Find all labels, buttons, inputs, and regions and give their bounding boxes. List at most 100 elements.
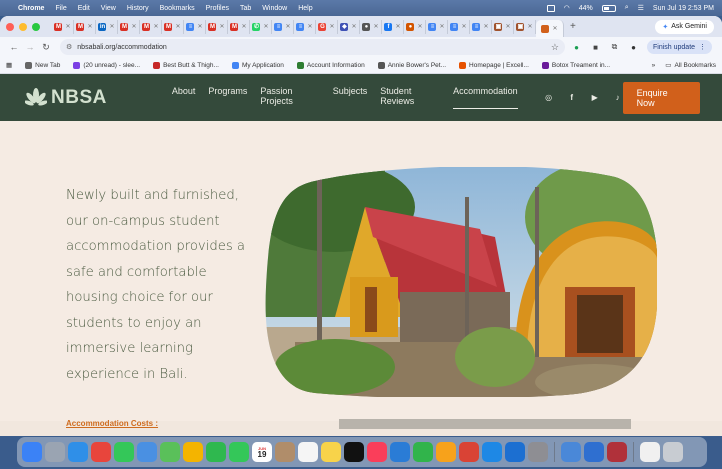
close-tab-icon[interactable]: ✕ bbox=[263, 23, 268, 30]
close-tab-icon[interactable]: ✕ bbox=[373, 23, 378, 30]
maps-icon[interactable] bbox=[160, 442, 180, 462]
url-text[interactable]: nbsabali.org/accommodation bbox=[77, 44, 167, 51]
control-center-icon[interactable]: ☰ bbox=[638, 4, 644, 12]
tab-9[interactable]: ✆ ✕ bbox=[250, 19, 272, 34]
menu-help[interactable]: Help bbox=[298, 5, 312, 12]
tab-15[interactable]: f ✕ bbox=[382, 19, 404, 34]
site-info-icon[interactable]: ⚙ bbox=[66, 43, 72, 51]
close-tab-icon[interactable]: ✕ bbox=[307, 23, 312, 30]
keynote-icon[interactable] bbox=[390, 442, 410, 462]
screen-mirror-icon[interactable] bbox=[546, 4, 555, 12]
document-icon[interactable] bbox=[640, 442, 660, 462]
bookmark-item[interactable]: Botox Treament in... bbox=[541, 61, 610, 69]
nav-programs[interactable]: Programs bbox=[208, 86, 247, 109]
facetime-icon[interactable] bbox=[206, 442, 226, 462]
close-tab-icon[interactable]: ✕ bbox=[395, 23, 400, 30]
phone-icon[interactable] bbox=[229, 442, 249, 462]
tab-20[interactable]: ▣ ✕ bbox=[492, 19, 514, 34]
dictionary-icon[interactable] bbox=[607, 442, 627, 462]
messages-icon[interactable] bbox=[114, 442, 134, 462]
all-bookmarks-button[interactable]: ▭ All Bookmarks bbox=[665, 61, 716, 70]
music-icon[interactable] bbox=[367, 442, 387, 462]
menu-tab[interactable]: Tab bbox=[240, 5, 251, 12]
facebook-icon[interactable]: f bbox=[567, 93, 577, 102]
tiktok-icon[interactable]: ♪ bbox=[613, 93, 623, 102]
menu-app-name[interactable]: Chrome bbox=[18, 5, 44, 12]
nav-about[interactable]: About bbox=[172, 86, 196, 109]
tab-8[interactable]: M ✕ bbox=[228, 19, 250, 34]
tab-2[interactable]: in ✕ bbox=[96, 19, 118, 34]
close-tab-icon[interactable]: ✕ bbox=[329, 23, 334, 30]
enquire-now-button[interactable]: Enquire Now bbox=[622, 81, 700, 114]
ask-gemini-button[interactable]: ✦ Ask Gemini bbox=[655, 19, 714, 34]
close-tab-icon[interactable]: ✕ bbox=[351, 23, 356, 30]
finder-icon[interactable] bbox=[22, 442, 42, 462]
back-button[interactable]: ← bbox=[6, 42, 22, 52]
pages-icon[interactable] bbox=[436, 442, 456, 462]
zoom-window-button[interactable] bbox=[32, 22, 40, 31]
close-tab-icon[interactable]: ✕ bbox=[219, 23, 224, 30]
menu-window[interactable]: Window bbox=[262, 5, 287, 12]
xcode-icon[interactable] bbox=[505, 442, 525, 462]
quicktime-icon[interactable] bbox=[584, 442, 604, 462]
calendar-icon[interactable]: JUN 19 bbox=[252, 442, 272, 462]
close-tab-icon[interactable]: ✕ bbox=[439, 23, 444, 30]
address-bar[interactable]: ⚙ nbsabali.org/accommodation ☆ bbox=[60, 39, 565, 55]
menu-view[interactable]: View bbox=[101, 5, 116, 12]
menu-edit[interactable]: Edit bbox=[78, 5, 90, 12]
tab-active[interactable]: ✕ bbox=[536, 20, 564, 37]
spotlight-icon[interactable]: ⌕ bbox=[625, 4, 629, 12]
close-window-button[interactable] bbox=[6, 22, 14, 31]
tab-5[interactable]: M ✕ bbox=[162, 19, 184, 34]
preview-icon[interactable] bbox=[561, 442, 581, 462]
bookmark-item[interactable]: Best Butt & Thigh... bbox=[153, 61, 219, 69]
close-tab-icon[interactable]: ✕ bbox=[153, 23, 158, 30]
instagram-icon[interactable]: ◎ bbox=[544, 93, 554, 102]
close-tab-icon[interactable]: ✕ bbox=[527, 23, 532, 30]
close-tab-icon[interactable]: ✕ bbox=[241, 23, 246, 30]
apps-grid-icon[interactable]: ▦ bbox=[6, 61, 12, 69]
bookmark-item[interactable]: Homepage | Excell... bbox=[459, 61, 529, 69]
nav-accommodation[interactable]: Accommodation bbox=[453, 86, 518, 109]
rocket-icon[interactable] bbox=[459, 442, 479, 462]
app-store-icon[interactable] bbox=[482, 442, 502, 462]
more-bookmarks-button[interactable]: » bbox=[652, 62, 656, 69]
launchpad-icon[interactable] bbox=[45, 442, 65, 462]
apple-tv-icon[interactable] bbox=[344, 442, 364, 462]
extension-green-icon[interactable]: ● bbox=[569, 42, 584, 52]
safari-icon[interactable] bbox=[68, 442, 88, 462]
bookmark-star-icon[interactable]: ☆ bbox=[551, 42, 559, 53]
menu-profiles[interactable]: Profiles bbox=[206, 5, 229, 12]
menu-file[interactable]: File bbox=[55, 5, 66, 12]
notes-icon[interactable] bbox=[321, 442, 341, 462]
bookmark-item[interactable]: My Application bbox=[231, 61, 284, 69]
tab-19[interactable]: ≡ ✕ bbox=[470, 19, 492, 34]
tab-11[interactable]: ≡ ✕ bbox=[294, 19, 316, 34]
tab-12[interactable]: G ✕ bbox=[316, 19, 338, 34]
nav-passion-projects[interactable]: Passion Projects bbox=[260, 86, 319, 109]
numbers-icon[interactable] bbox=[413, 442, 433, 462]
close-tab-icon[interactable]: ✕ bbox=[131, 23, 136, 30]
menu-history[interactable]: History bbox=[127, 5, 149, 12]
close-tab-icon[interactable]: ✕ bbox=[505, 23, 510, 30]
tab-21[interactable]: ▣ ✕ bbox=[514, 19, 536, 34]
tab-0[interactable]: M ✕ bbox=[52, 19, 74, 34]
reminders-icon[interactable] bbox=[298, 442, 318, 462]
tab-16[interactable]: ● ✕ bbox=[404, 19, 426, 34]
contacts-icon[interactable] bbox=[275, 442, 295, 462]
clock[interactable]: Sun Jul 19 2:53 PM bbox=[653, 5, 714, 12]
system-settings-icon[interactable] bbox=[528, 442, 548, 462]
finish-update-button[interactable]: Finish update ⋮ bbox=[647, 40, 713, 54]
nav-student-reviews[interactable]: Student Reviews bbox=[380, 86, 440, 109]
more-menu-icon[interactable]: ⋮ bbox=[699, 43, 706, 51]
extensions-puzzle-icon[interactable]: ⧉ bbox=[607, 42, 622, 52]
close-tab-icon[interactable]: ✕ bbox=[461, 23, 466, 30]
menu-bookmarks[interactable]: Bookmarks bbox=[160, 5, 195, 12]
profile-avatar[interactable]: ● bbox=[626, 42, 641, 52]
bookmark-item[interactable]: Account Information bbox=[296, 61, 365, 69]
wifi-icon[interactable]: ◠ bbox=[564, 4, 570, 12]
close-tab-icon[interactable]: ✕ bbox=[552, 25, 557, 32]
tab-1[interactable]: M ✕ bbox=[74, 19, 96, 34]
tab-4[interactable]: M ✕ bbox=[140, 19, 162, 34]
close-tab-icon[interactable]: ✕ bbox=[87, 23, 92, 30]
